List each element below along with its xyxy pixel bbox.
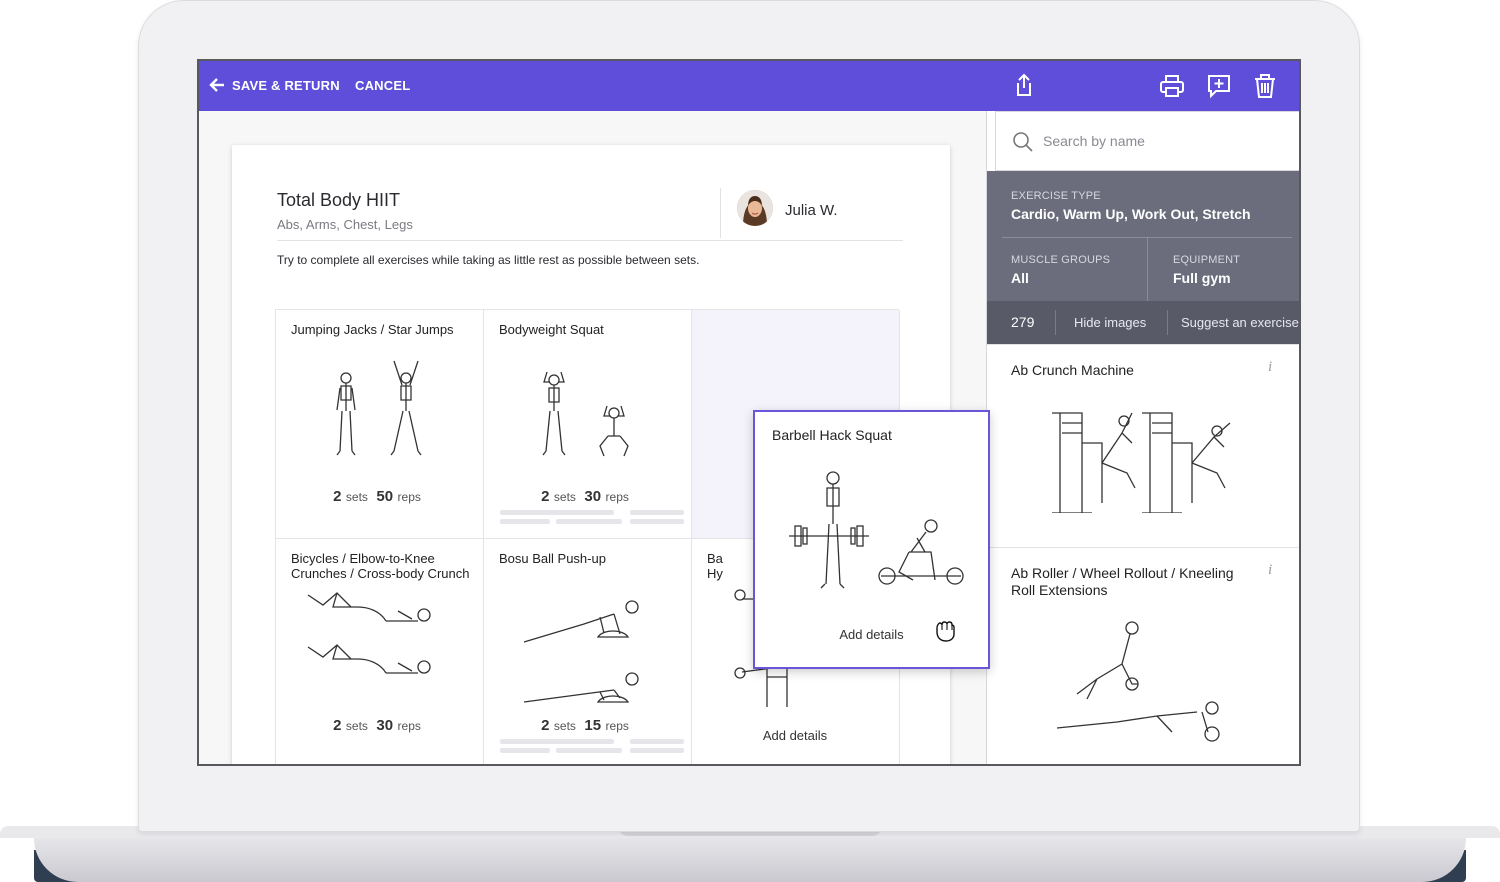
search-input[interactable]	[1043, 130, 1283, 152]
exercise-tile[interactable]: Jumping Jacks / Star Jumps 2 sets 50 rep…	[276, 310, 484, 539]
hide-images-button[interactable]: Hide images	[1074, 315, 1146, 330]
laptop-base	[34, 838, 1466, 882]
dragged-exercise-tile[interactable]: Barbell Hack Squat Add details	[753, 410, 990, 669]
laptop-mockup: SAVE & RETURN CANCEL Total Body HIIT Abs…	[0, 0, 1500, 882]
trash-icon[interactable]	[1250, 71, 1280, 101]
sets-reps: 2 sets 15 reps	[541, 717, 629, 734]
muscle-groups-label: MUSCLE GROUPS	[1011, 254, 1111, 266]
exercise-tile[interactable]: Bodyweight Squat 2 sets 30 reps	[484, 310, 692, 539]
share-icon[interactable]	[1009, 71, 1039, 101]
equipment-label: EQUIPMENT	[1173, 254, 1241, 266]
sets-reps: 2 sets 50 reps	[333, 488, 421, 505]
equipment-filter[interactable]: Full gym	[1173, 270, 1231, 286]
header-rule	[277, 240, 903, 241]
app-screen: SAVE & RETURN CANCEL Total Body HIIT Abs…	[197, 59, 1301, 766]
add-note-icon[interactable]	[1204, 71, 1234, 101]
bicycle-crunch-illustration	[307, 592, 431, 674]
results-divider	[1055, 310, 1056, 335]
jumping-jacks-illustration	[336, 360, 422, 456]
barbell-hack-squat-illustration	[789, 471, 964, 589]
workout-editor: Total Body HIIT Abs, Arms, Chest, Legs J…	[199, 111, 990, 764]
ab-crunch-machine-illustration	[1052, 412, 1231, 513]
exercise-library-panel: EXERCISE TYPE Cardio, Warm Up, Work Out,…	[986, 111, 1299, 764]
exercise-type-label: EXERCISE TYPE	[1011, 190, 1101, 202]
exercise-tile[interactable]: Bicycles / Elbow-to-Knee Crunches / Cros…	[276, 539, 484, 764]
cancel-button[interactable]: CANCEL	[355, 78, 410, 93]
sets-reps: 2 sets 30 reps	[333, 717, 421, 734]
muscle-groups-filter[interactable]: All	[1011, 270, 1029, 286]
results-divider	[1167, 310, 1168, 335]
avatar	[737, 190, 773, 226]
exercise-name: Bosu Ball Push-up	[499, 551, 606, 566]
results-count: 279	[1011, 314, 1035, 330]
workout-card: Total Body HIIT Abs, Arms, Chest, Legs J…	[232, 145, 990, 764]
workout-description[interactable]: Try to complete all exercises while taki…	[277, 253, 699, 267]
bodyweight-squat-illustration	[542, 371, 629, 457]
grab-hand-icon	[936, 621, 955, 642]
exercise-name: Barbell Hack Squat	[772, 427, 892, 443]
search-box	[995, 111, 1299, 171]
exercise-name: Bicycles / Elbow-to-Knee Crunches / Cros…	[291, 551, 470, 581]
workout-title[interactable]: Total Body HIIT	[277, 190, 400, 211]
exercise-tile[interactable]: Bosu Ball Push-up 2 sets 15 reps	[484, 539, 692, 764]
exercise-name: Ab Roller / Wheel Rollout / Kneeling Rol…	[1011, 565, 1234, 598]
search-icon	[1013, 132, 1033, 152]
header-divider	[720, 188, 721, 238]
exercise-name: Ab Crunch Machine	[1011, 362, 1134, 378]
results-bar: 279 Hide images Suggest an exercise	[987, 301, 1299, 344]
library-exercise-item[interactable]: Ab Crunch Machine i	[987, 344, 1299, 547]
author-name: Julia W.	[785, 202, 838, 219]
top-toolbar: SAVE & RETURN CANCEL	[199, 61, 1299, 111]
add-details-link[interactable]: Add details	[692, 728, 898, 743]
sets-reps: 2 sets 30 reps	[541, 488, 629, 505]
library-exercise-item[interactable]: Ab Roller / Wheel Rollout / Kneeling Rol…	[987, 547, 1299, 764]
suggest-exercise-button[interactable]: Suggest an exercise	[1181, 315, 1299, 330]
workout-muscles: Abs, Arms, Chest, Legs	[277, 217, 413, 232]
info-icon[interactable]: i	[1268, 562, 1272, 579]
info-icon[interactable]: i	[1268, 359, 1272, 376]
filter-divider	[1147, 238, 1148, 301]
exercise-name: Bodyweight Squat	[499, 322, 604, 337]
bosu-pushup-illustration	[523, 600, 639, 703]
exercise-type-filter[interactable]: Cardio, Warm Up, Work Out, Stretch	[1011, 206, 1251, 222]
arrow-left-icon[interactable]	[207, 75, 227, 95]
print-icon[interactable]	[1157, 71, 1187, 101]
ab-roller-illustration	[1056, 621, 1220, 742]
filter-panel: EXERCISE TYPE Cardio, Warm Up, Work Out,…	[987, 171, 1299, 301]
exercise-name: Jumping Jacks / Star Jumps	[291, 322, 454, 337]
save-return-button[interactable]: SAVE & RETURN	[232, 78, 340, 93]
